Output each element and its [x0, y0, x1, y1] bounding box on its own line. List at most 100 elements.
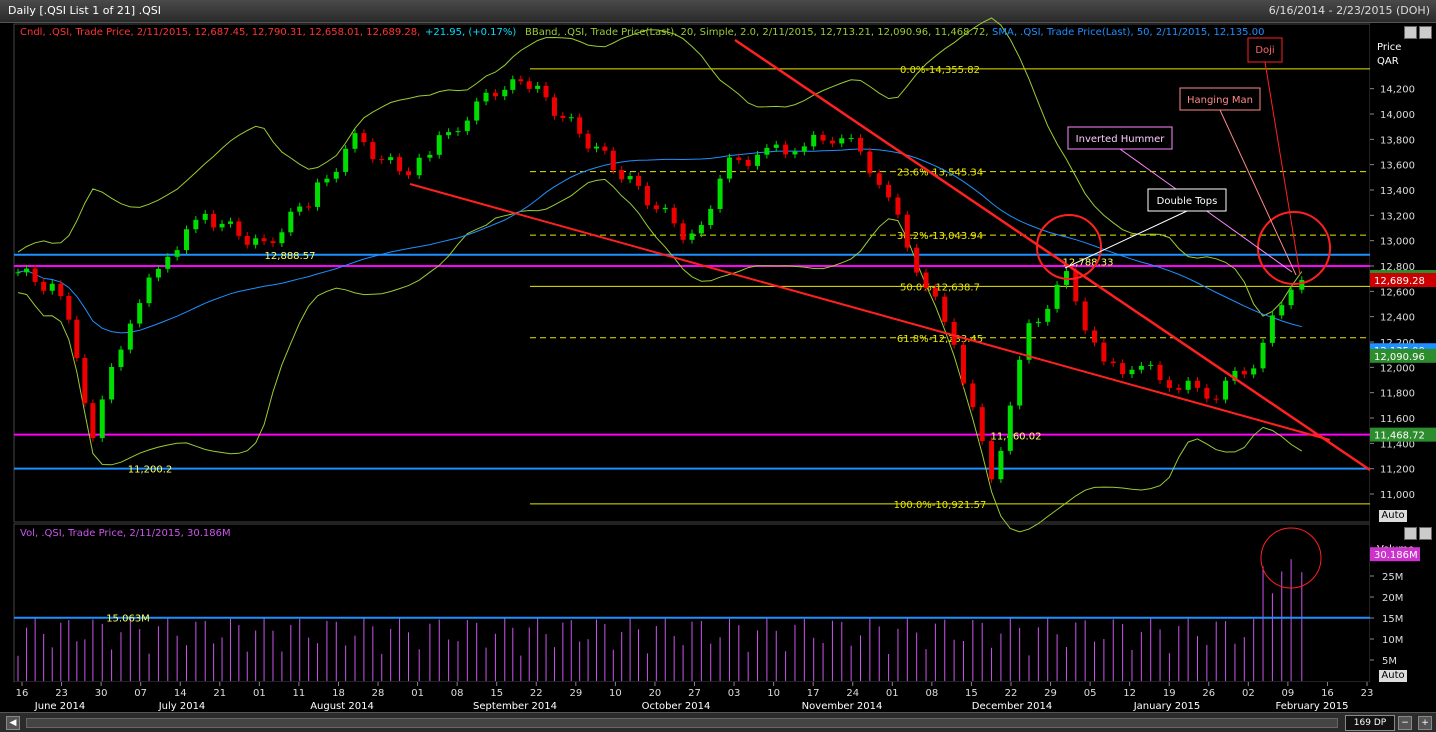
month-label: July 2014: [158, 701, 206, 712]
zoom-out-icon[interactable]: −: [1398, 716, 1412, 730]
candle-body: [989, 441, 995, 480]
day-tick-label: 26: [1202, 688, 1215, 699]
day-tick-label: 11: [293, 688, 306, 699]
candle-body: [118, 349, 124, 367]
volume-tick-label: 15M: [1382, 614, 1403, 625]
bottom-toolbar: ◀ 169 DP − +: [0, 712, 1436, 732]
fib-label: 0.0%-14,355.82: [900, 65, 980, 76]
candle-body: [627, 176, 633, 180]
candle-body: [745, 159, 751, 166]
candle-body: [543, 85, 549, 98]
scroll-left-icon[interactable]: ◀: [6, 716, 20, 730]
price-label: 12,888.57: [265, 251, 316, 262]
candle-body: [689, 233, 695, 240]
volume-close-icon[interactable]: [1419, 527, 1432, 540]
candle-body: [708, 208, 714, 226]
restore-icon[interactable]: [1404, 26, 1417, 39]
volume-tick-label: 10M: [1382, 635, 1403, 646]
candle-body: [174, 250, 180, 257]
day-tick-label: 05: [1084, 688, 1097, 699]
annotation-label: Double Tops: [1157, 196, 1218, 207]
candle-body: [1288, 289, 1294, 306]
candle-body: [510, 79, 516, 90]
price-badge-label: 12,090.96: [1374, 352, 1425, 363]
candle-body: [671, 207, 677, 224]
day-tick-label: 19: [1163, 688, 1176, 699]
annotation-label: Hanging Man: [1187, 95, 1253, 106]
candle-body: [1148, 364, 1154, 366]
candle-body: [333, 171, 339, 179]
candle-body: [388, 157, 394, 161]
horizontal-scrollbar[interactable]: [26, 718, 1338, 728]
candle-body: [427, 154, 433, 158]
candle-body: [1260, 342, 1266, 369]
chart-canvas[interactable]: Price QAR 14,200 14,000 13,800 13,600 13,400 13…: [0, 0, 1436, 712]
candle-body: [1007, 405, 1013, 451]
candle-body: [219, 223, 225, 228]
candle-body: [1092, 330, 1098, 343]
candle-body: [1213, 398, 1219, 400]
candle-body: [1054, 284, 1060, 309]
candle-body: [1045, 308, 1051, 322]
legend-volume: Vol, .QSI, Trade Price, 2/11/2015, 30.18…: [20, 528, 231, 539]
candle-body: [886, 184, 892, 198]
candle-body: [736, 157, 742, 160]
candle-body: [914, 247, 920, 273]
candle-body: [361, 133, 367, 143]
close-icon[interactable]: [1419, 26, 1432, 39]
candle-body: [109, 366, 115, 400]
candle-body: [137, 303, 143, 324]
day-tick-label: 01: [411, 688, 424, 699]
candle-body: [1035, 321, 1041, 324]
candle-body: [202, 213, 208, 220]
candle-body: [82, 357, 88, 404]
candle-body: [15, 272, 21, 274]
month-label: January 2015: [1133, 701, 1201, 712]
day-tick-label: 27: [688, 688, 701, 699]
zoom-in-icon[interactable]: +: [1418, 716, 1432, 730]
annotation-label: Doji: [1255, 45, 1274, 56]
candle-body: [1110, 361, 1116, 364]
candle-body: [904, 214, 910, 248]
day-tick-label: 17: [807, 688, 820, 699]
candle-body: [662, 207, 668, 210]
price-tick-label: 12,400: [1380, 313, 1415, 324]
price-auto-button[interactable]: Auto: [1379, 510, 1407, 522]
candle-body: [90, 403, 96, 439]
legend-sma: SMA, .QSI, Trade Price(Last), 50, 2/11/2…: [992, 27, 1264, 38]
day-tick-label: 02: [1242, 688, 1255, 699]
price-tick-label: 13,600: [1380, 161, 1415, 172]
day-tick-label: 22: [1005, 688, 1018, 699]
candle-body: [279, 232, 285, 244]
day-tick-label: 29: [1044, 688, 1057, 699]
candle-body: [644, 185, 650, 206]
candle-body: [270, 241, 276, 244]
candle-body: [848, 137, 854, 139]
day-tick-label: 28: [372, 688, 385, 699]
day-tick-label: 12: [1123, 688, 1136, 699]
candle-body: [352, 133, 358, 149]
candle-body: [379, 159, 385, 161]
candle-body: [1157, 364, 1163, 381]
volume-tick-label: 25M: [1382, 572, 1403, 583]
month-label: November 2014: [802, 701, 883, 712]
day-tick-label: 15: [490, 688, 503, 699]
candle-body: [1195, 380, 1200, 388]
volume-auto-button[interactable]: Auto: [1379, 670, 1407, 682]
candle-body: [1082, 301, 1088, 331]
volume-restore-icon[interactable]: [1404, 527, 1417, 540]
candle-body: [483, 92, 489, 102]
candle-body: [1166, 380, 1172, 388]
candle-body: [829, 140, 835, 144]
candle-body: [560, 115, 566, 118]
candle-body: [288, 211, 294, 233]
candle-body: [951, 321, 957, 345]
candle-body: [99, 399, 105, 439]
data-points-selector[interactable]: 169 DP: [1345, 715, 1395, 731]
candle-body: [820, 134, 826, 141]
candle-body: [370, 142, 376, 160]
month-label: February 2015: [1276, 701, 1349, 712]
candle-body: [146, 277, 152, 304]
candle-body: [1251, 368, 1257, 375]
candle-body: [58, 283, 64, 297]
